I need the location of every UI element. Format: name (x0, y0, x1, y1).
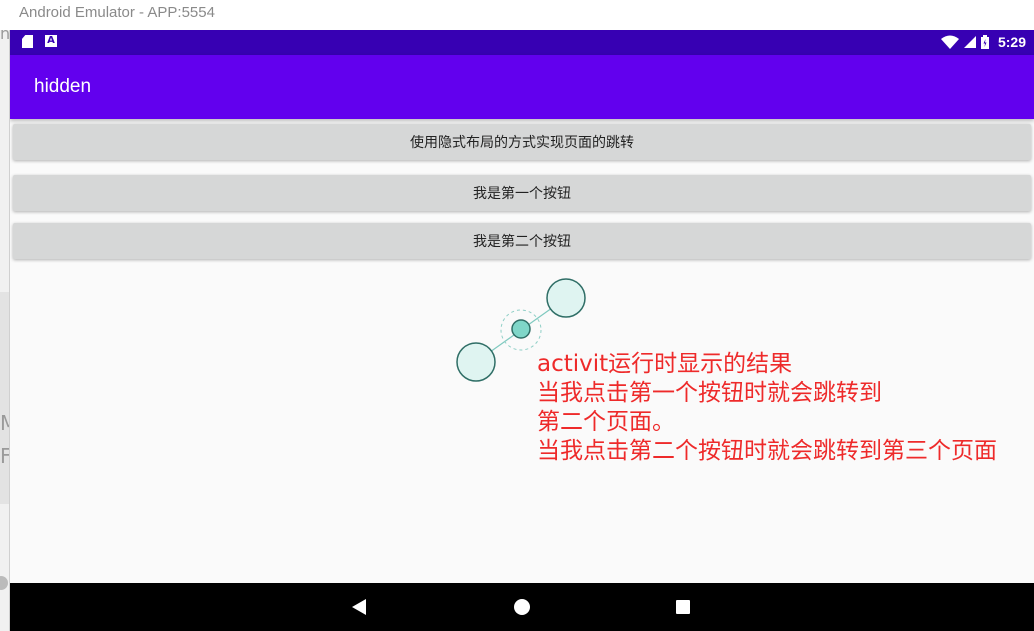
second-button[interactable]: 我是第二个按钮 (13, 223, 1031, 259)
window-title-bar: Android Emulator - APP:5554 (0, 0, 1034, 30)
app-title: hidden (34, 76, 92, 97)
recents-icon[interactable] (676, 600, 690, 614)
home-icon[interactable] (514, 599, 530, 615)
background-window-strip: h M F (0, 30, 10, 631)
background-text-fragment: h (0, 30, 10, 43)
status-time: 5:29 (997, 34, 1026, 50)
a-notification-icon: A (45, 35, 57, 47)
red-annotation: activit运行时显示的结果 当我点击第一个按钮时就会跳转到 第二个页面。 当… (537, 350, 997, 466)
signal-icon (963, 36, 976, 48)
first-button[interactable]: 我是第一个按钮 (13, 175, 1031, 211)
background-text-fragment: M (0, 411, 9, 435)
background-circle (0, 576, 8, 590)
annotation-line: activit运行时显示的结果 (537, 351, 793, 377)
annotation-line: 当我点击第二个按钮时就会跳转到第三个页面 (537, 438, 997, 464)
implicit-jump-button[interactable]: 使用隐式布局的方式实现页面的跳转 (13, 124, 1031, 160)
status-bar: A 5:29 (10, 30, 1034, 55)
window-title: Android Emulator - APP:5554 (19, 4, 215, 21)
bubble-large (546, 278, 586, 318)
wifi-icon (940, 35, 959, 49)
app-bar: hidden (10, 55, 1034, 119)
background-panel (0, 292, 9, 504)
annotation-line: 第二个页面。 (537, 409, 675, 435)
annotation-line: 当我点击第一个按钮时就会跳转到 (537, 380, 882, 406)
emulator-screen: A 5:29 hidden 使用隐式布局的方式实现页面的跳转 我是第一个按钮 我… (10, 30, 1034, 631)
background-text-fragment: F (0, 444, 9, 468)
bubble-small (511, 319, 531, 339)
navigation-bar (10, 583, 1034, 631)
sd-card-icon (22, 35, 33, 48)
bubble-large (456, 342, 496, 382)
battery-icon (980, 35, 989, 49)
back-icon[interactable] (352, 599, 366, 615)
